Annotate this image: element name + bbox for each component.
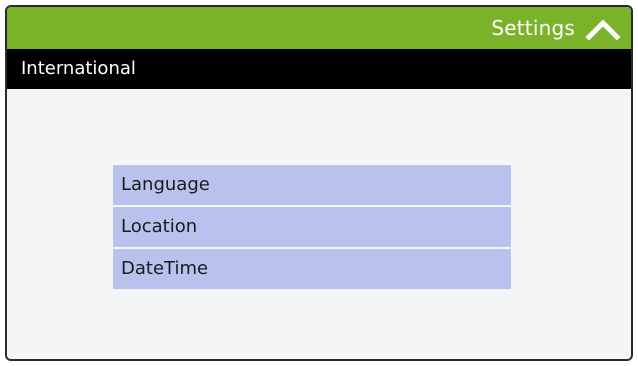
- settings-menu: Language Location DateTime: [113, 165, 511, 289]
- menu-item-location[interactable]: Location: [113, 207, 511, 247]
- up-button[interactable]: [581, 13, 625, 43]
- menu-item-datetime[interactable]: DateTime: [113, 249, 511, 289]
- section-title: International: [21, 58, 136, 79]
- device-screen: Settings International Language Location…: [5, 5, 633, 361]
- top-bar: Settings: [7, 7, 631, 50]
- section-header: International: [7, 49, 631, 89]
- menu-item-language[interactable]: Language: [113, 165, 511, 205]
- page-title: Settings: [491, 16, 575, 40]
- content-area: Language Location DateTime: [7, 89, 631, 359]
- chevron-up-icon: [585, 19, 621, 41]
